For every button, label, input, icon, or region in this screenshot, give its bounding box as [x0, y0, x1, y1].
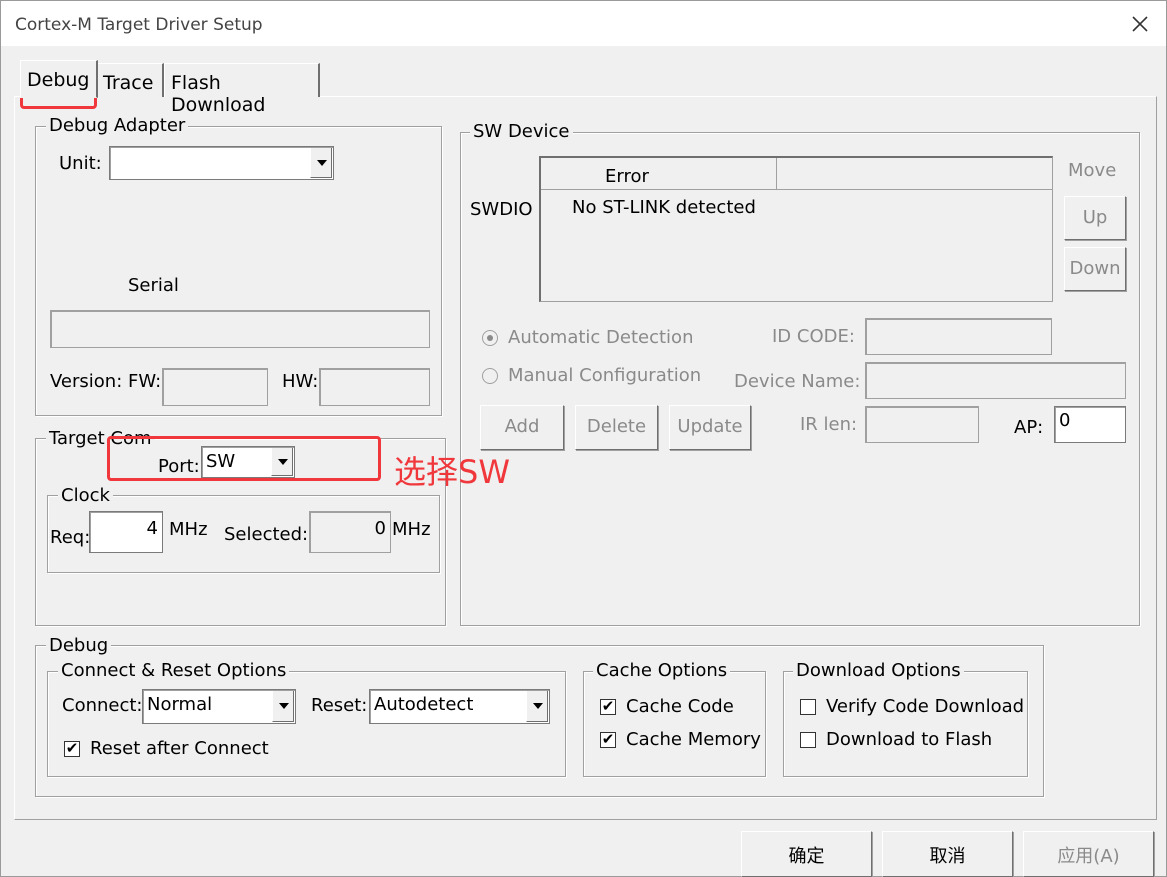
auto-detection-label: Automatic Detection: [508, 327, 694, 348]
cache-options-group: [583, 671, 766, 777]
hw-label: HW:: [282, 371, 319, 392]
close-icon[interactable]: [1128, 12, 1152, 36]
delete-button[interactable]: Delete: [575, 405, 658, 450]
table-header[interactable]: [777, 158, 1053, 190]
device-name-field: [865, 362, 1126, 399]
cache-options-label: Cache Options: [593, 662, 731, 680]
ok-button[interactable]: 确定: [741, 831, 872, 877]
cancel-button[interactable]: 取消: [882, 831, 1013, 877]
manual-config-label: Manual Configuration: [508, 365, 702, 386]
hw-version-field: [319, 368, 430, 406]
download-to-flash-label: Download to Flash: [826, 729, 993, 750]
reset-after-connect-label: Reset after Connect: [90, 738, 269, 759]
req-label: Req:: [50, 527, 91, 548]
ir-len-label: IR len:: [800, 414, 858, 435]
add-button[interactable]: Add: [480, 405, 564, 450]
tab-flash-download[interactable]: Flash Download: [164, 63, 320, 116]
req-unit: MHz: [169, 519, 208, 540]
ap-input[interactable]: 0: [1054, 406, 1126, 443]
connect-reset-label: Connect & Reset Options: [58, 662, 290, 680]
selected-unit: MHz: [392, 519, 431, 540]
table-row[interactable]: No ST-LINK detected: [541, 194, 1053, 222]
id-code-label: ID CODE:: [772, 326, 855, 347]
ap-label: AP:: [1014, 417, 1044, 438]
download-to-flash-checkbox[interactable]: [800, 732, 816, 748]
debug-group-label: Debug: [46, 637, 112, 655]
download-options-group: [783, 671, 1028, 777]
reset-select[interactable]: Autodetect: [369, 689, 550, 724]
checkmark-icon: ✔: [65, 739, 79, 757]
port-highlight: [107, 436, 381, 481]
selected-label: Selected:: [224, 524, 309, 545]
table-cell: No ST-LINK detected: [572, 197, 756, 218]
auto-detection-radio[interactable]: [482, 330, 498, 346]
id-code-field: [865, 318, 1052, 355]
verify-download-label: Verify Code Download: [826, 696, 1025, 717]
download-options-label: Download Options: [793, 662, 964, 680]
sw-device-label: SW Device: [470, 123, 573, 141]
checkmark-icon: ✔: [601, 697, 615, 715]
cache-memory-label: Cache Memory: [626, 729, 761, 750]
verify-download-checkbox[interactable]: [800, 699, 816, 715]
connect-select[interactable]: Normal: [142, 689, 296, 724]
annotation-text: 选择SW: [394, 453, 510, 491]
cache-memory-checkbox[interactable]: ✔: [600, 732, 616, 748]
fw-version-field: [162, 368, 268, 406]
ir-len-field: [865, 406, 979, 443]
reset-after-connect-checkbox[interactable]: ✔: [64, 741, 80, 757]
unit-select[interactable]: [109, 146, 334, 180]
clock-req-input[interactable]: 4: [89, 511, 163, 553]
manual-config-radio[interactable]: [482, 368, 498, 384]
tab-trace[interactable]: Trace: [96, 63, 164, 97]
tab-debug[interactable]: Debug: [20, 60, 98, 98]
connect-label: Connect:: [62, 695, 143, 716]
serial-label: Serial: [128, 275, 179, 296]
chevron-down-icon[interactable]: [310, 148, 332, 178]
move-label: Move: [1068, 160, 1117, 181]
swdio-label: SWDIO: [470, 199, 533, 220]
sw-device-table[interactable]: Error No ST-LINK detected: [539, 156, 1053, 302]
table-header[interactable]: Error: [541, 158, 777, 190]
reset-label: Reset:: [311, 695, 368, 716]
checkmark-icon: ✔: [601, 730, 615, 748]
chevron-down-icon[interactable]: [272, 691, 294, 722]
connect-reset-group: [47, 671, 566, 777]
version-fw-label: Version: FW:: [50, 371, 162, 392]
device-name-label: Device Name:: [734, 371, 861, 392]
cache-code-label: Cache Code: [626, 696, 734, 717]
cache-code-checkbox[interactable]: ✔: [600, 699, 616, 715]
serial-field: [50, 310, 430, 348]
title-bar: Cortex-M Target Driver Setup: [1, 1, 1166, 46]
clock-label: Clock: [58, 487, 113, 505]
chevron-down-icon[interactable]: [526, 691, 548, 722]
clock-selected-field: 0: [309, 511, 391, 553]
move-down-button[interactable]: Down: [1064, 247, 1126, 291]
unit-label: Unit:: [59, 153, 102, 174]
update-button[interactable]: Update: [669, 405, 751, 450]
apply-button[interactable]: 应用(A): [1023, 831, 1154, 877]
window-title: Cortex-M Target Driver Setup: [15, 15, 263, 35]
debug-adapter-label: Debug Adapter: [46, 117, 189, 135]
move-up-button[interactable]: Up: [1064, 196, 1126, 240]
